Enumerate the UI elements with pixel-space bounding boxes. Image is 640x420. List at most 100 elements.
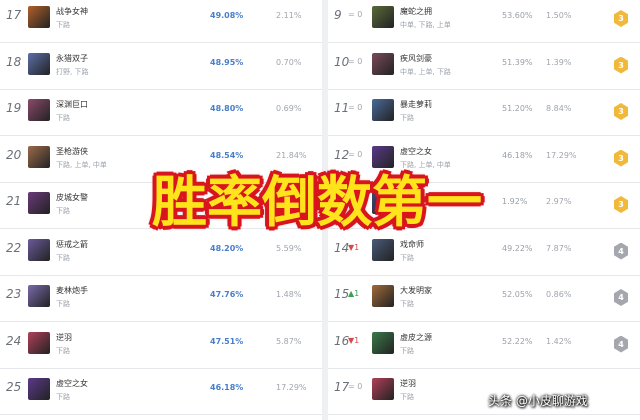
champion-role: 下路 <box>400 346 414 355</box>
champion-role: 中单, 上单, 下路 <box>400 67 451 76</box>
champion-role: 下路 <box>56 21 70 29</box>
pick-rate: 2.97% <box>546 197 572 206</box>
champion-name[interactable]: 麦林炮手 <box>56 285 88 296</box>
champion-name[interactable]: 永猎双子 <box>56 53 88 64</box>
win-rate: 51.20% <box>502 104 533 113</box>
pick-rate: 7.87% <box>546 243 572 253</box>
champion-name[interactable]: 逆羽 <box>400 378 416 389</box>
champion-avatar <box>28 378 50 400</box>
pick-rate: 21.84% <box>276 150 307 160</box>
win-rate: 46.18% <box>502 150 533 160</box>
ranking-row[interactable]: 25 虚空之女 下路 46.18% 17.29% <box>0 370 322 415</box>
ranking-row[interactable]: 14 ▼1 戏命师 下路 49.22% 7.87% 4 <box>328 230 640 276</box>
champion-name[interactable]: 深渊巨口 <box>56 99 88 110</box>
champion-avatar <box>28 145 50 168</box>
champion-avatar <box>28 192 50 214</box>
rank-change: = 0 <box>348 56 363 66</box>
champion-role: 下路 <box>56 346 70 355</box>
ranking-row[interactable]: 15 ▲1 大发明家 下路 52.05% 0.86% 4 <box>328 277 640 322</box>
champion-name[interactable]: 疾风剑豪 <box>400 53 432 64</box>
ranking-row[interactable]: 23 麦林炮手 下路 47.76% 1.48% <box>0 277 322 322</box>
ranking-row[interactable]: 19 深渊巨口 下路 48.80% 0.69% <box>0 91 322 136</box>
champion-name[interactable]: 虚空之女 <box>400 146 432 157</box>
pick-rate: 0.69% <box>276 104 302 113</box>
champion-role: 下路, 上单, 中单 <box>56 160 107 169</box>
champion-name[interactable]: 惩戒之箭 <box>56 239 88 250</box>
ranking-row[interactable]: 16 ▼1 虚皮之源 下路 52.22% 1.42% 4 <box>328 323 640 369</box>
champion-name[interactable]: 逆羽 <box>56 332 72 343</box>
champion-avatar <box>28 6 50 28</box>
overlay-caption: 胜率倒数第一 <box>151 170 482 234</box>
pick-rate: 1.50% <box>546 11 572 20</box>
rank-number: 18 <box>6 54 22 69</box>
rank-change: ▼1 <box>348 242 360 252</box>
rank-number: 17 <box>6 8 22 22</box>
champion-avatar <box>28 52 50 75</box>
champion-avatar <box>372 145 394 168</box>
ranking-row[interactable]: 11 = 0 暴走萝莉 下路 51.20% 8.84% 3 <box>328 91 640 136</box>
champion-role: 下路 <box>56 207 70 215</box>
rank-change: = 0 <box>348 149 363 159</box>
pick-rate: 8.84% <box>546 104 572 113</box>
champion-name[interactable]: 圣枪游侠 <box>56 146 88 157</box>
champion-avatar <box>372 6 394 28</box>
ranking-row[interactable]: 22 惩戒之箭 下路 48.20% 5.59% <box>0 230 322 276</box>
pick-rate: 0.86% <box>546 290 572 299</box>
win-rate: 48.95% <box>210 57 244 67</box>
ranking-row[interactable]: 24 逆羽 下路 47.51% 5.87% <box>0 323 322 369</box>
rank-number: 19 <box>6 101 22 115</box>
champion-name[interactable]: 虚空之女 <box>56 378 88 389</box>
pick-rate: 5.59% <box>276 243 302 253</box>
champion-avatar <box>372 331 394 354</box>
champion-avatar <box>28 238 50 261</box>
champion-name[interactable]: 大发明家 <box>400 285 432 296</box>
champion-avatar <box>372 238 394 261</box>
win-rate: 47.76% <box>210 290 244 299</box>
champion-name[interactable]: 战争女神 <box>56 6 88 17</box>
win-rate: 53.60% <box>502 11 533 20</box>
champion-name[interactable]: 魔蛇之拥 <box>400 6 432 17</box>
champion-role: 下路 <box>400 393 414 401</box>
pick-rate: 2.11% <box>276 11 302 20</box>
tier-badge: 4 <box>614 242 628 260</box>
ranking-row[interactable]: 10 = 0 疾风剑豪 中单, 上单, 下路 51.39% 1.39% 3 <box>328 44 640 90</box>
tier-badge: 3 <box>614 10 628 27</box>
ranking-row[interactable]: 9 = 0 魔蛇之拥 中单, 下路, 上单 53.60% 1.50% 3 <box>328 0 640 43</box>
rank-change: = 0 <box>348 103 363 112</box>
champion-role: 下路 <box>400 300 414 308</box>
win-rate: 47.51% <box>210 336 244 346</box>
win-rate: 52.22% <box>502 336 533 346</box>
champion-role: 下路, 上单, 中单 <box>400 160 451 169</box>
tier-badge: 4 <box>614 289 628 306</box>
pick-rate: 1.48% <box>276 290 302 299</box>
champion-avatar <box>28 285 50 307</box>
pick-rate: 0.70% <box>276 57 302 67</box>
rank-change: = 0 <box>348 10 363 19</box>
champion-name[interactable]: 戏命师 <box>400 239 424 250</box>
tier-badge: 3 <box>614 103 628 120</box>
win-rate: 48.80% <box>210 104 244 113</box>
champion-avatar <box>28 99 50 121</box>
rank-number: 23 <box>6 287 22 301</box>
champion-role: 下路 <box>400 114 414 122</box>
win-rate: 49.08% <box>210 11 244 20</box>
champion-role: 下路 <box>400 253 414 262</box>
rank-number: 20 <box>6 147 22 162</box>
tier-badge: 3 <box>614 56 628 74</box>
champion-name[interactable]: 虚皮之源 <box>400 332 432 343</box>
tier-badge: 3 <box>614 196 628 213</box>
champion-name[interactable]: 暴走萝莉 <box>400 99 432 110</box>
win-rate: 46.18% <box>210 383 244 392</box>
pick-rate: 5.87% <box>276 336 302 346</box>
ranking-row[interactable]: 17 = 0 逆羽 下路 <box>328 370 640 415</box>
win-rate: 48.54% <box>210 150 244 160</box>
win-rate: 48.20% <box>210 243 244 253</box>
rank-change: ▲1 <box>348 289 360 298</box>
ranking-row[interactable]: 17 战争女神下路 49.08% 2.11% <box>0 0 322 43</box>
ranking-row[interactable]: 18 永猎双子打野, 下路 48.95% 0.70% <box>0 44 322 90</box>
champion-name[interactable]: 皮城女警 <box>56 192 88 203</box>
pick-rate: 1.39% <box>546 57 572 67</box>
tier-badge: 3 <box>614 149 628 167</box>
champion-role: 打野, 下路 <box>56 67 89 76</box>
tier-badge: 4 <box>614 335 628 353</box>
